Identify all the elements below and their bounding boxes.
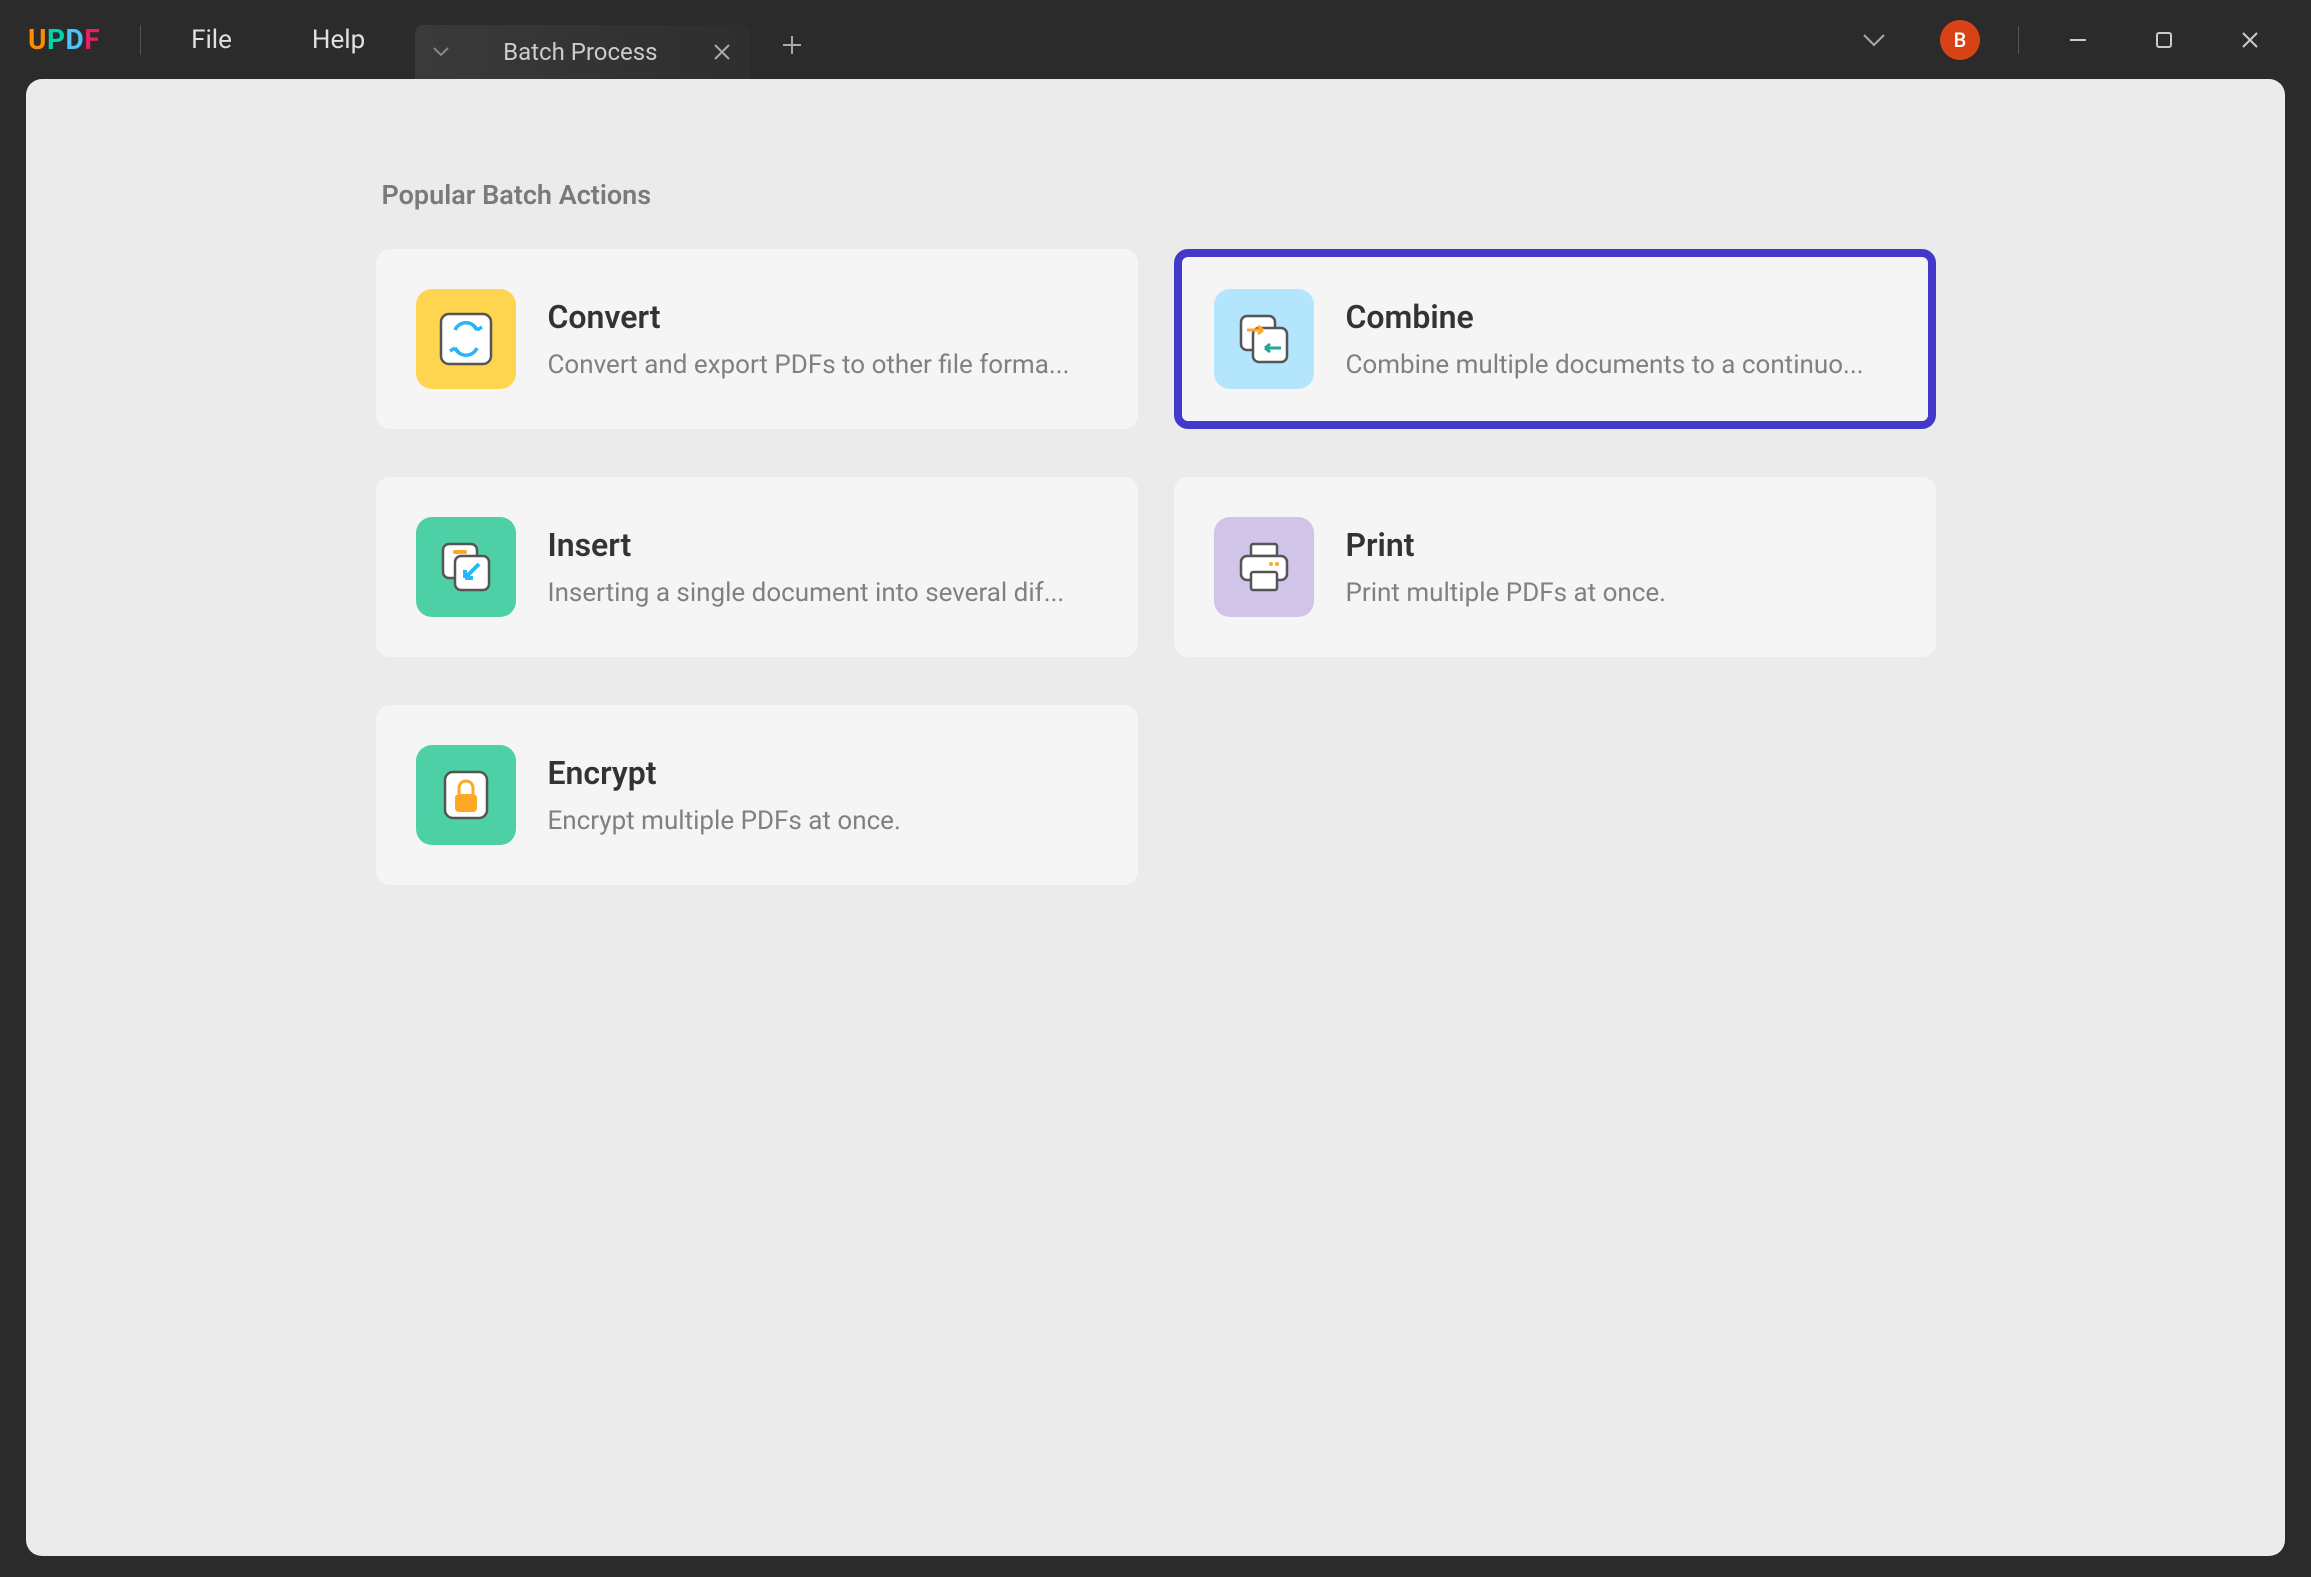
card-title: Combine bbox=[1346, 298, 1864, 336]
card-desc: Combine multiple documents to a continuo… bbox=[1346, 350, 1864, 380]
card-convert[interactable]: Convert Convert and export PDFs to other… bbox=[376, 249, 1138, 429]
chevron-down-icon[interactable] bbox=[1832, 33, 1916, 47]
card-combine[interactable]: Combine Combine multiple documents to a … bbox=[1174, 249, 1936, 429]
card-insert[interactable]: Insert Inserting a single document into … bbox=[376, 477, 1138, 657]
close-button[interactable] bbox=[2209, 29, 2291, 51]
card-title: Print bbox=[1346, 526, 1667, 564]
card-text: Print Print multiple PDFs at once. bbox=[1346, 526, 1667, 608]
cards-grid: Convert Convert and export PDFs to other… bbox=[376, 249, 1936, 885]
combine-icon bbox=[1214, 289, 1314, 389]
tab-title: Batch Process bbox=[463, 38, 697, 66]
convert-icon bbox=[416, 289, 516, 389]
card-desc: Inserting a single document into several… bbox=[548, 578, 1065, 608]
user-avatar[interactable]: B bbox=[1940, 20, 1980, 60]
maximize-button[interactable] bbox=[2123, 29, 2205, 51]
new-tab-button[interactable] bbox=[750, 33, 834, 57]
title-bar: UPDF File Help Batch Process B bbox=[0, 0, 2311, 79]
logo-letter: D bbox=[66, 23, 85, 56]
divider bbox=[2018, 26, 2019, 54]
minimize-button[interactable] bbox=[2037, 29, 2119, 51]
card-desc: Encrypt multiple PDFs at once. bbox=[548, 806, 901, 836]
card-text: Encrypt Encrypt multiple PDFs at once. bbox=[548, 754, 901, 836]
card-text: Convert Convert and export PDFs to other… bbox=[548, 298, 1070, 380]
card-text: Insert Inserting a single document into … bbox=[548, 526, 1065, 608]
title-left: UPDF File Help Batch Process bbox=[0, 0, 834, 79]
tabs-container: Batch Process bbox=[415, 0, 833, 79]
card-title: Insert bbox=[548, 526, 1065, 564]
title-right: B bbox=[1832, 20, 2311, 60]
logo-letter: F bbox=[84, 23, 100, 56]
card-desc: Convert and export PDFs to other file fo… bbox=[548, 350, 1070, 380]
tab-dropdown-icon[interactable] bbox=[433, 47, 449, 57]
card-title: Convert bbox=[548, 298, 1070, 336]
menu-file[interactable]: File bbox=[151, 25, 272, 55]
card-encrypt[interactable]: Encrypt Encrypt multiple PDFs at once. bbox=[376, 705, 1138, 885]
menu-help[interactable]: Help bbox=[272, 25, 405, 55]
logo-letter: U bbox=[28, 23, 47, 56]
tab-batch-process[interactable]: Batch Process bbox=[415, 25, 749, 79]
card-desc: Print multiple PDFs at once. bbox=[1346, 578, 1667, 608]
encrypt-icon bbox=[416, 745, 516, 845]
close-icon[interactable] bbox=[712, 42, 732, 62]
divider bbox=[140, 25, 141, 55]
card-title: Encrypt bbox=[548, 754, 901, 792]
section-title: Popular Batch Actions bbox=[382, 179, 1936, 211]
print-icon bbox=[1214, 517, 1314, 617]
content-area: Popular Batch Actions Convert Convert an… bbox=[26, 79, 2285, 1556]
content-inner: Popular Batch Actions Convert Convert an… bbox=[376, 179, 1936, 885]
card-print[interactable]: Print Print multiple PDFs at once. bbox=[1174, 477, 1936, 657]
logo-letter: P bbox=[47, 23, 66, 56]
app-logo: UPDF bbox=[0, 23, 130, 56]
card-text: Combine Combine multiple documents to a … bbox=[1346, 298, 1864, 380]
insert-icon bbox=[416, 517, 516, 617]
